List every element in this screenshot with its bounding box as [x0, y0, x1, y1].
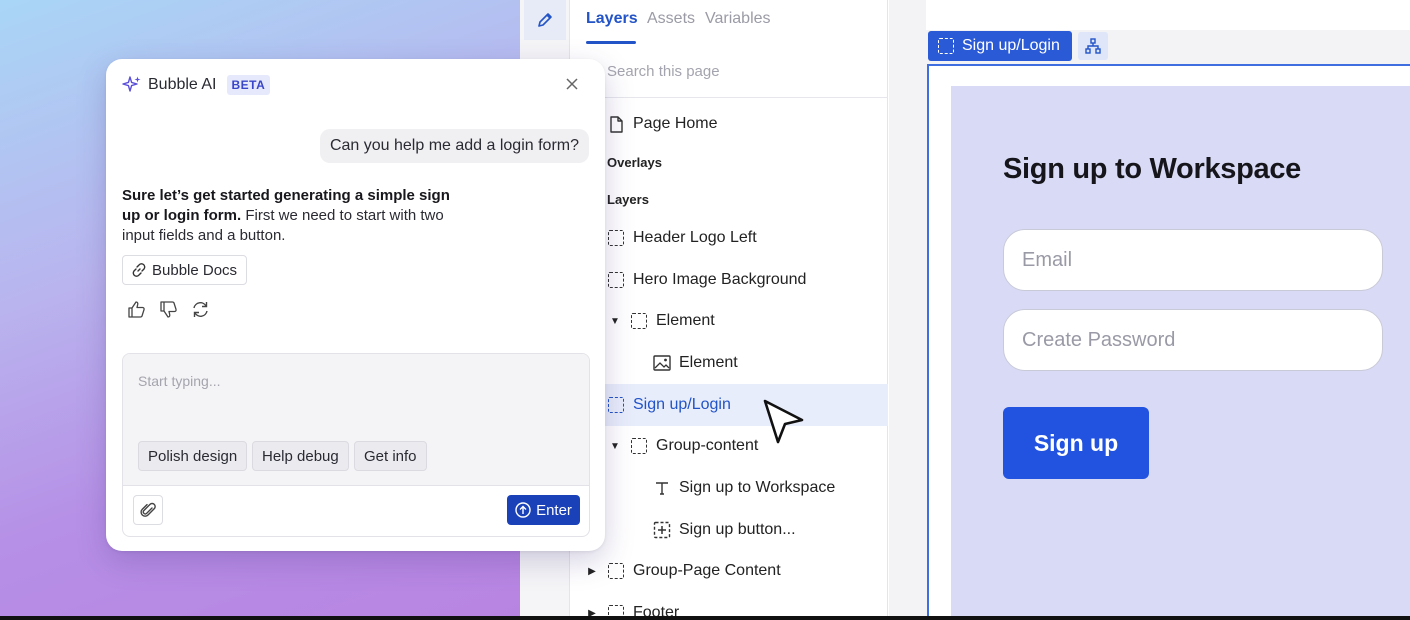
thumbs-down-icon [159, 300, 177, 318]
regenerate-button[interactable] [190, 299, 210, 319]
page-icon [607, 115, 625, 133]
thumbs-up-icon [127, 300, 145, 318]
refresh-icon [192, 301, 208, 317]
enter-button[interactable]: Enter [507, 495, 580, 525]
tree-item-label: Hero Image Background [633, 271, 807, 288]
quick-action-debug[interactable]: Help debug [252, 441, 349, 471]
tree-item-label: Header Logo Left [633, 229, 757, 246]
message-placeholder: Start typing... [138, 373, 221, 389]
tree-item-page[interactable]: Page Home [571, 103, 888, 145]
tree-item[interactable]: Header Logo Left [571, 217, 888, 259]
user-message: Can you help me add a login form? [319, 129, 589, 163]
section-layers: Layers [607, 192, 649, 207]
tree-item-label: Sign up/Login [633, 396, 731, 413]
email-input[interactable]: Email [1003, 229, 1383, 291]
caret-down-icon[interactable]: ▼ [608, 316, 622, 327]
layers-panel: Layers Assets Variables Search this page… [571, 0, 888, 620]
group-icon [607, 396, 625, 414]
group-icon [607, 271, 625, 289]
selected-element-tag[interactable]: Sign up/Login [928, 31, 1072, 61]
search-input[interactable]: Search this page [607, 63, 720, 80]
group-icon [607, 229, 625, 247]
ai-message: Sure let’s get started generating a simp… [122, 186, 472, 246]
sparkle-icon [122, 76, 141, 92]
tree-item[interactable]: Sign up button... [571, 509, 888, 551]
message-input[interactable]: Start typing... Polish design Help debug… [123, 354, 589, 486]
thumbs-down-button[interactable] [158, 299, 178, 319]
pencil-icon [538, 13, 552, 27]
group-icon [607, 562, 625, 580]
hierarchy-icon [1085, 38, 1101, 54]
chat-header: Bubble AI BETA [122, 75, 271, 95]
signup-button[interactable]: Sign up [1003, 407, 1149, 479]
tree-item-label: Page Home [633, 115, 718, 132]
close-icon [566, 78, 578, 90]
group-icon [630, 312, 648, 330]
group-icon [630, 437, 648, 455]
tree-item[interactable]: Hero Image Background [571, 259, 888, 301]
ai-chat-panel: Bubble AI BETA Can you help me add a log… [106, 59, 605, 551]
tree-item-label: Element [656, 312, 715, 329]
chat-title: Bubble AI [148, 76, 217, 93]
quick-action-polish[interactable]: Polish design [138, 441, 248, 471]
tree-item-selected[interactable]: Sign up/Login [571, 384, 888, 426]
caret-down-icon[interactable]: ▼ [608, 441, 622, 452]
tree-item-label: Group-Page Content [633, 562, 781, 579]
tab-assets[interactable]: Assets [647, 10, 695, 28]
selected-element-label: Sign up/Login [962, 37, 1060, 54]
tree-item[interactable]: Sign up to Workspace [571, 467, 888, 509]
panel-tabs: Layers Assets Variables [571, 0, 888, 46]
paperclip-icon [140, 502, 156, 517]
group-icon [938, 38, 954, 54]
quick-action-info[interactable]: Get info [354, 441, 427, 471]
active-tab-indicator [586, 41, 636, 44]
beta-badge: BETA [226, 75, 271, 95]
design-tool-button[interactable] [524, 0, 566, 40]
enter-label: Enter [536, 501, 572, 519]
link-icon [132, 263, 146, 277]
docs-link[interactable]: Bubble Docs [122, 255, 248, 285]
section-overlays: Overlays [607, 155, 662, 170]
signup-form-group: Sign up to Workspace Email Create Passwo… [951, 86, 1410, 618]
text-icon [653, 479, 671, 497]
tab-variables[interactable]: Variables [705, 10, 771, 28]
tree-item[interactable]: ▼ Group-content [571, 425, 888, 467]
canvas-top-strip [926, 0, 1410, 30]
selected-group-frame[interactable]: Sign up to Workspace Email Create Passwo… [927, 64, 1410, 618]
arrow-up-circle-icon [515, 502, 531, 518]
tab-layers[interactable]: Layers [586, 10, 638, 28]
editor-canvas: Sign up/Login Sign up to Workspace Email… [889, 0, 1410, 618]
close-button[interactable] [562, 74, 582, 94]
tree-item[interactable]: ▶ Group-Page Content [571, 550, 888, 592]
attach-button[interactable] [133, 495, 163, 525]
chat-composer: Start typing... Polish design Help debug… [122, 353, 590, 537]
tree-item-label: Sign up button... [679, 521, 796, 538]
mouse-cursor-icon [763, 399, 804, 444]
image-icon [653, 354, 671, 372]
button-element-icon [653, 521, 671, 539]
form-title: Sign up to Workspace [1003, 153, 1302, 185]
docs-link-label: Bubble Docs [152, 261, 238, 279]
tree-item-label: Group-content [656, 437, 759, 454]
thumbs-up-button[interactable] [126, 299, 146, 319]
tree-item[interactable]: ▼ Element [571, 300, 888, 342]
tree-item[interactable]: Element [571, 342, 888, 384]
tree-item-label: Element [679, 354, 738, 371]
bottom-edge [0, 616, 1410, 620]
message-feedback [126, 299, 210, 319]
caret-right-icon[interactable]: ▶ [585, 566, 599, 577]
element-tree-button[interactable] [1078, 32, 1108, 60]
layer-search[interactable]: Search this page [571, 46, 888, 98]
tree-item-label: Sign up to Workspace [679, 479, 836, 496]
password-input[interactable]: Create Password [1003, 309, 1383, 371]
